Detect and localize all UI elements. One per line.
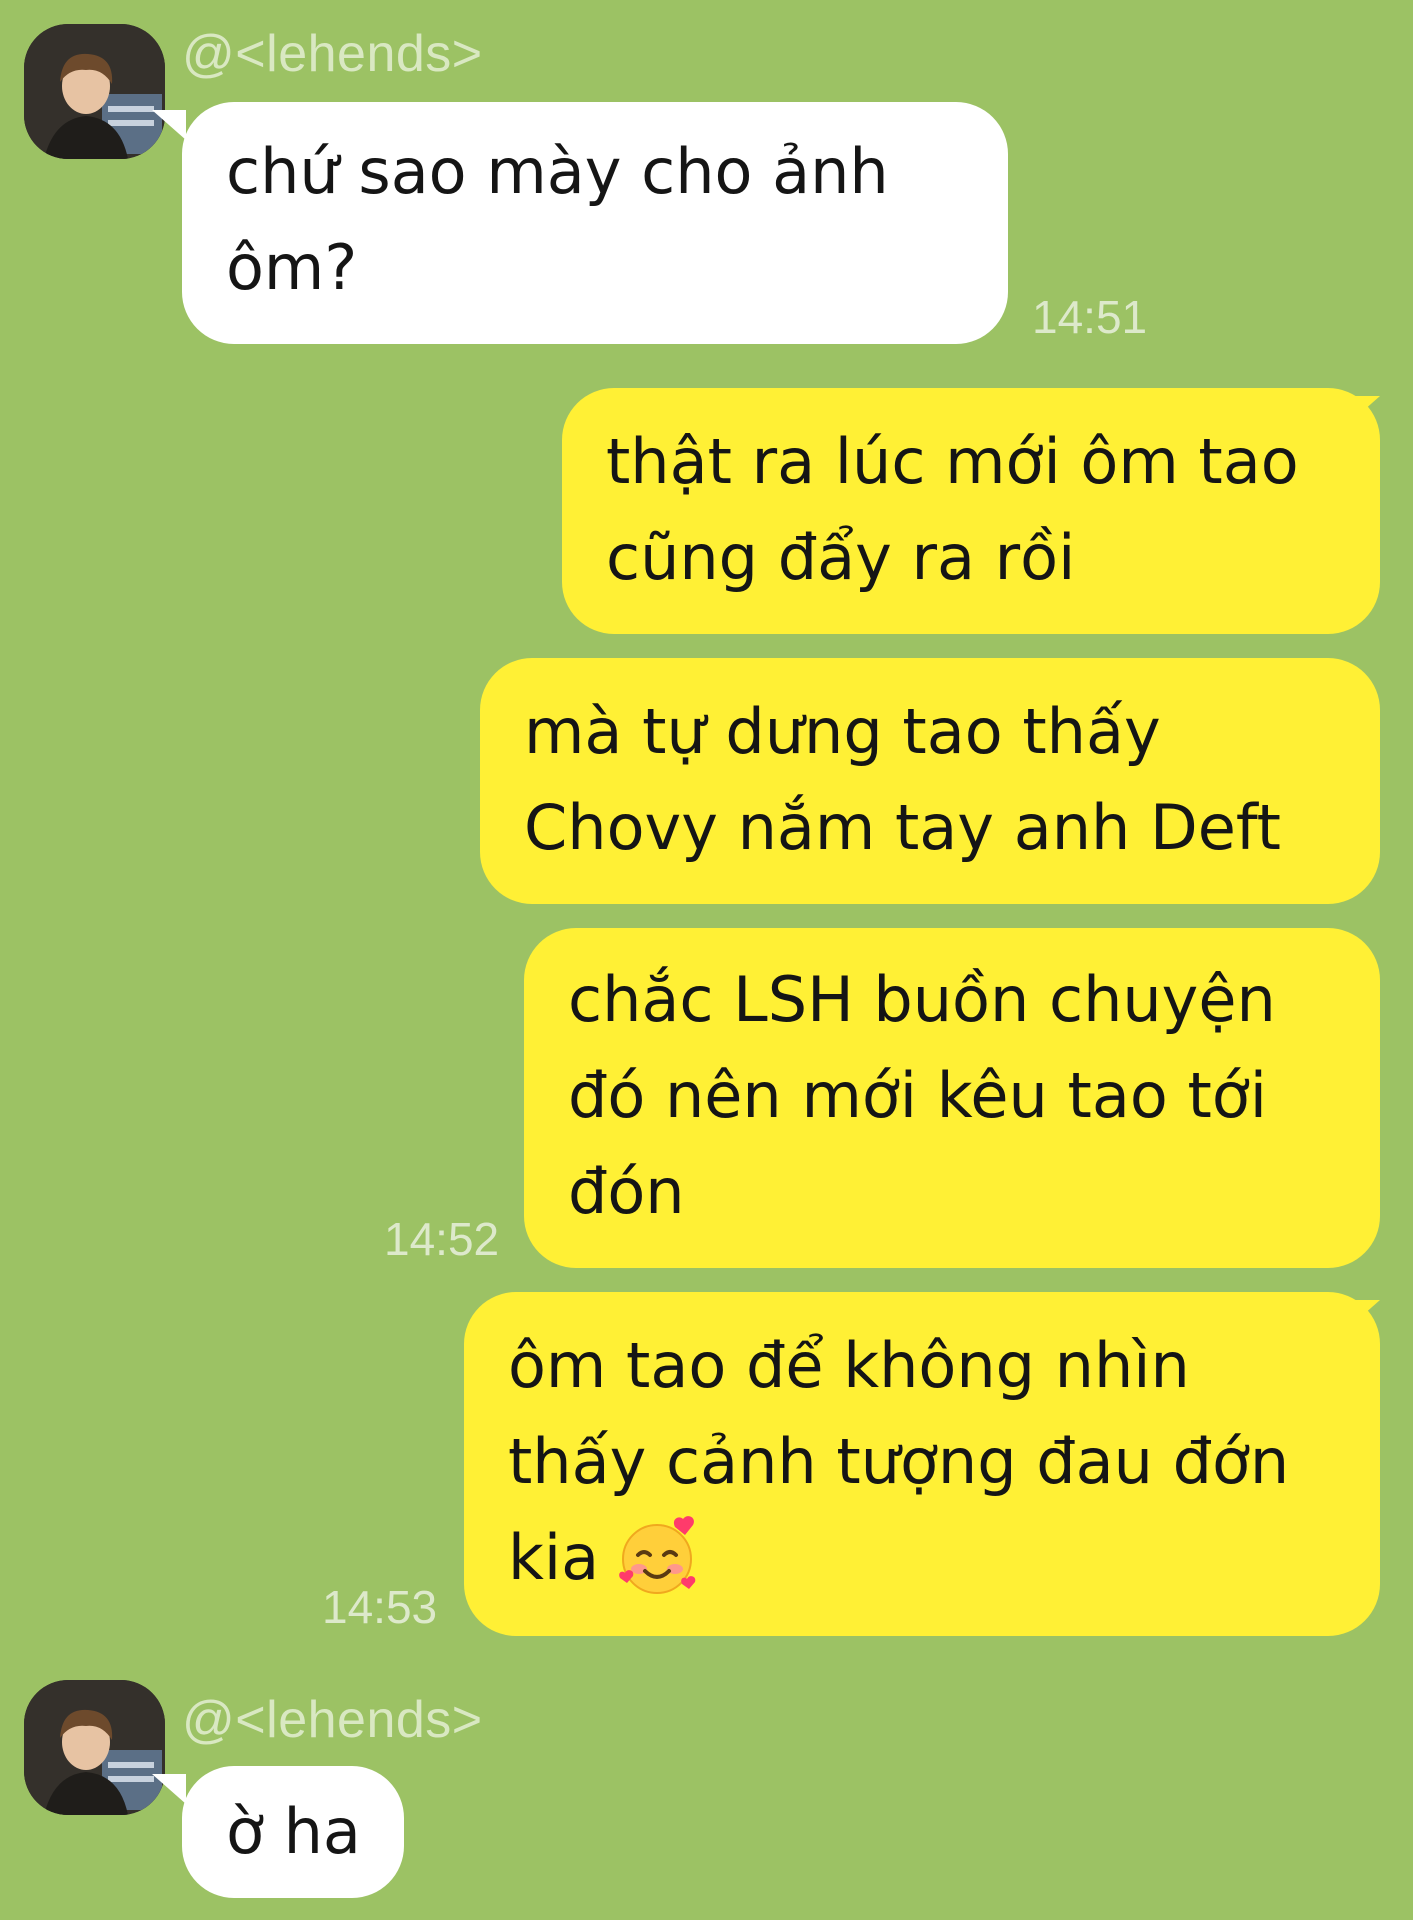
avatar-photo xyxy=(24,1680,165,1815)
message-line: Chovy nắm tay anh Deft xyxy=(524,791,1281,864)
message-bubble-incoming[interactable]: chứ sao mày cho ảnh ôm? xyxy=(182,102,1008,344)
message-line: cũng đẩy ra rồi xyxy=(606,521,1076,594)
message-line: mà tự dưng tao thấy xyxy=(524,695,1161,768)
message-line: chắc LSH buồn chuyện xyxy=(568,963,1276,1036)
sender-name: @<lehends> xyxy=(182,25,483,83)
message-line: thấy cảnh tượng đau đớn xyxy=(508,1425,1290,1498)
message-line: ờ ha xyxy=(226,1795,361,1868)
smiling-face-with-hearts-emoji xyxy=(619,1516,696,1594)
message-line: thật ra lúc mới ôm tao xyxy=(606,425,1299,498)
message-bubble-outgoing[interactable]: chắc LSH buồn chuyện đó nên mới kêu tao … xyxy=(524,928,1380,1268)
message-line-with-emoji: kia xyxy=(508,1510,1336,1606)
avatar-photo xyxy=(24,24,165,159)
contact-avatar[interactable] xyxy=(24,24,165,159)
message-line: đó nên mới kêu tao tới xyxy=(568,1059,1267,1132)
message-bubble-outgoing[interactable]: ôm tao để không nhìn thấy cảnh tượng đau… xyxy=(464,1292,1380,1636)
message-line: kia xyxy=(508,1521,600,1594)
contact-avatar[interactable] xyxy=(24,1680,165,1815)
message-bubble-incoming[interactable]: ờ ha xyxy=(182,1766,404,1898)
message-line: ôm? xyxy=(226,231,358,304)
message-time: 14:51 xyxy=(1032,291,1148,343)
message-time: 14:52 xyxy=(384,1213,500,1265)
message-line: ôm tao để không nhìn xyxy=(508,1329,1190,1402)
chat-view: @<lehends> chứ sao mày cho ảnh ôm? 14:51… xyxy=(0,0,1413,1920)
bubble-tail xyxy=(152,1774,186,1804)
sender-name: @<lehends> xyxy=(182,1691,483,1749)
bubble-tail xyxy=(152,110,186,140)
message-bubble-outgoing[interactable]: thật ra lúc mới ôm tao cũng đẩy ra rồi xyxy=(562,388,1380,634)
message-bubble-outgoing[interactable]: mà tự dưng tao thấy Chovy nắm tay anh De… xyxy=(480,658,1380,904)
message-time: 14:53 xyxy=(322,1581,438,1633)
message-line: chứ sao mày cho ảnh xyxy=(226,135,889,208)
message-line: đón xyxy=(568,1155,685,1228)
